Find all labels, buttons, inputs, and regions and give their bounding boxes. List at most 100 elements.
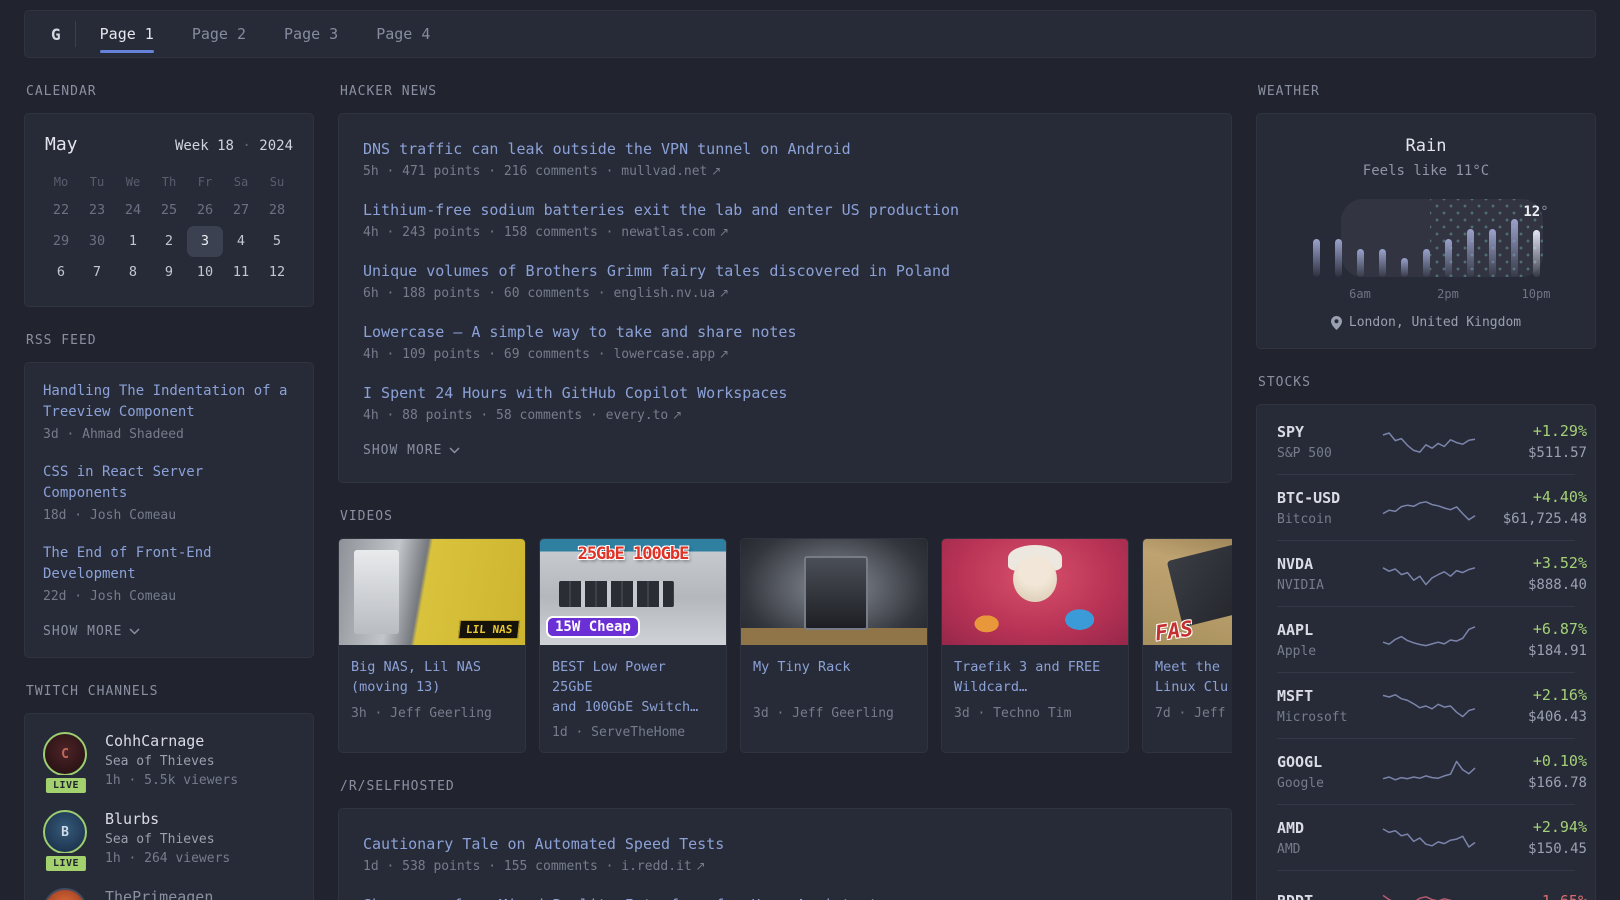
stock-symbol: RDDT (1277, 892, 1381, 900)
stock-row-btc-usd[interactable]: BTC-USD Bitcoin +4.40% $61,725.48 (1257, 475, 1595, 540)
feed-item-source-link[interactable]: english.nv.ua (613, 286, 715, 301)
video-meta: 1d · ServeTheHome (552, 725, 686, 740)
tab-page-4[interactable]: Page 4 (376, 10, 430, 58)
stock-row-rddt[interactable]: RDDT -1.65% (1257, 871, 1595, 900)
tab-page-2[interactable]: Page 2 (192, 10, 246, 58)
stock-identity: AMD AMD (1277, 819, 1381, 857)
stock-sparkline-wrap (1381, 557, 1477, 591)
stock-row-aapl[interactable]: AAPL Apple +6.87% $184.91 (1257, 607, 1595, 672)
weather-bar (1378, 249, 1386, 277)
stock-sparkline (1382, 500, 1476, 521)
twitch-channel-name[interactable]: Blurbs (105, 810, 230, 828)
video-title-link[interactable]: Meet the Linux Clu (1155, 657, 1232, 698)
video-thumbnail[interactable] (741, 539, 927, 645)
location-pin-icon (1330, 315, 1342, 330)
rss-list: Handling The Indentation of a Treeview C… (43, 381, 295, 604)
feed-item-source-link[interactable]: mullvad.net (621, 164, 707, 179)
video-thumbnail[interactable]: LIL NAS (339, 539, 525, 645)
calendar-day: 10 (196, 264, 214, 280)
calendar-year: 2024 (259, 138, 293, 154)
feed-item-source-link[interactable]: newatlas.com (621, 225, 715, 240)
feed-item-title-link[interactable]: Lowercase – A simple way to take and sha… (363, 321, 1207, 343)
video-title-link[interactable]: Big NAS, Lil NAS (moving 13) (351, 657, 513, 698)
stock-row-googl[interactable]: GOOGL Google +0.10% $166.78 (1257, 739, 1595, 804)
video-card: FAS Meet the Linux Clu 7d · Jeff (1142, 538, 1232, 753)
tab-page-1[interactable]: Page 1 (99, 10, 155, 58)
weather-bar-slot (1312, 213, 1320, 277)
calendar-day: 25 (160, 202, 178, 218)
stock-change-percent: +6.87% (1532, 620, 1587, 638)
feed-item-title-link[interactable]: DNS traffic can leak outside the VPN tun… (363, 138, 1207, 160)
weather-widget: WEATHER Rain Feels like 11°C 6am 2pm 10pm 1… (1256, 84, 1596, 349)
calendar-day: 12 (268, 264, 286, 280)
stock-company-name: AMD (1277, 841, 1301, 857)
feed-item-title-link[interactable]: Showcase of my Mixed Reality Interface f… (363, 894, 1207, 900)
video-meta: 7d · Jeff (1155, 706, 1226, 721)
weather-bar-slot (1378, 213, 1386, 277)
stock-price: $184.91 (1527, 643, 1587, 659)
hackernews-show-more-button[interactable]: SHOW MORE (363, 443, 460, 458)
video-thumbnail[interactable]: FAS (1143, 539, 1232, 645)
video-meta: 3d · Techno Tim (954, 706, 1072, 721)
video-title-link[interactable]: BEST Low Power 25GbE and 100GbE Switch… (552, 657, 714, 717)
feed-item-title-link[interactable]: Handling The Indentation of a Treeview C… (43, 381, 295, 423)
feed-item: CSS in React Server Components 18d · Josh… (43, 462, 295, 523)
stock-sparkline (1382, 827, 1476, 848)
feed-item-title-link[interactable]: Cautionary Tale on Automated Speed Tests (363, 833, 1207, 855)
twitch-avatar-wrap (43, 888, 89, 900)
twitch-widget: TWITCH CHANNELS C LIVE CohhCarnage Sea of T… (24, 684, 314, 900)
stock-row-amd[interactable]: AMD AMD +2.94% $150.45 (1257, 805, 1595, 870)
stock-sparkline-wrap (1381, 821, 1477, 855)
twitch-channel-row[interactable]: C LIVE CohhCarnage Sea of Thieves 1h · 5.5k … (42, 732, 295, 796)
feed-item-meta: 1d · 538 points · 155 comments · i.redd.… (363, 859, 1207, 874)
stock-row-spy[interactable]: SPY S&P 500 +1.29% $511.57 (1257, 409, 1595, 474)
stock-price: $150.45 (1527, 841, 1587, 857)
weather-location-row: London, United Kingdom (1277, 315, 1575, 330)
feed-item-title-link[interactable]: Unique volumes of Brothers Grimm fairy t… (363, 260, 1207, 282)
feed-item: Lithium-free sodium batteries exit the l… (363, 199, 1207, 240)
feed-item-title-link[interactable]: I Spent 24 Hours with GitHub Copilot Wor… (363, 382, 1207, 404)
video-title-link[interactable]: My Tiny Rack (753, 657, 915, 698)
twitch-channel-row[interactable]: ThePrimeagen (43, 888, 295, 900)
stock-sparkline (1382, 894, 1453, 900)
calendar-day: 28 (268, 202, 286, 218)
weather-bar-slot (1488, 213, 1496, 277)
feed-item-meta: 18d · Josh Comeau (43, 508, 295, 523)
stock-row-nvda[interactable]: NVDA NVIDIA +3.52% $888.40 (1257, 541, 1595, 606)
calendar-day: 24 (124, 202, 142, 218)
twitch-channel-row[interactable]: B LIVE Blurbs Sea of Thieves 1h · 264 viewer… (42, 810, 295, 874)
twitch-viewers-meta: 1h · 264 viewers (105, 851, 231, 866)
twitch-channel-name[interactable]: CohhCarnage (105, 732, 238, 750)
rss-show-more-button[interactable]: SHOW MORE (43, 624, 140, 639)
stock-change-percent: +2.94% (1532, 818, 1587, 836)
external-link-icon: ↗ (668, 408, 683, 422)
twitch-channel-name[interactable]: ThePrimeagen (105, 888, 213, 900)
feed-item-source-link[interactable]: i.redd.it (621, 859, 691, 874)
feed-item-meta: 5h · 471 points · 216 comments · mullvad… (363, 164, 1207, 179)
right-column: WEATHER Rain Feels like 11°C 6am 2pm 10pm 1… (1256, 84, 1596, 900)
tab-page-3[interactable]: Page 3 (284, 10, 338, 58)
stock-row-msft[interactable]: MSFT Microsoft +2.16% $406.43 (1257, 673, 1595, 738)
stock-change-percent: +0.10% (1532, 752, 1587, 770)
feed-item: The End of Front-End Development 22d · Jo… (43, 543, 295, 604)
feed-item-source-link[interactable]: lowercase.app (613, 347, 715, 362)
video-title-link[interactable]: Traefik 3 and FREE Wildcard… (954, 657, 1116, 698)
feed-item-title-link[interactable]: CSS in React Server Components (43, 462, 295, 504)
video-thumbnail[interactable] (942, 539, 1128, 645)
calendar-widget-title: CALENDAR (26, 84, 97, 99)
calendar-day: 4 (236, 233, 246, 249)
stock-sparkline (1382, 431, 1476, 453)
weekday-label: We (125, 175, 141, 189)
video-thumbnail[interactable]: 25GbE 100GbE 15W Cheap (540, 539, 726, 645)
stocks-widget-title: STOCKS (1258, 375, 1311, 390)
feed-item-title-link[interactable]: Lithium-free sodium batteries exit the l… (363, 199, 1207, 221)
app-logo[interactable]: G (45, 25, 75, 44)
video-card-body: BEST Low Power 25GbE and 100GbE Switch… 1… (540, 645, 726, 752)
feed-item-source-link[interactable]: every.to (606, 408, 669, 423)
feed-item-title-link[interactable]: The End of Front-End Development (43, 543, 295, 585)
video-card: LIL NAS Big NAS, Lil NAS (moving 13) 3h · … (338, 538, 526, 753)
degree-sign: ° (1540, 204, 1549, 220)
feed-item-stats: 4h · 109 points · 69 comments · (363, 347, 614, 362)
stock-company-name: NVIDIA (1277, 577, 1324, 593)
stock-change-percent: -1.65% (1477, 892, 1587, 900)
